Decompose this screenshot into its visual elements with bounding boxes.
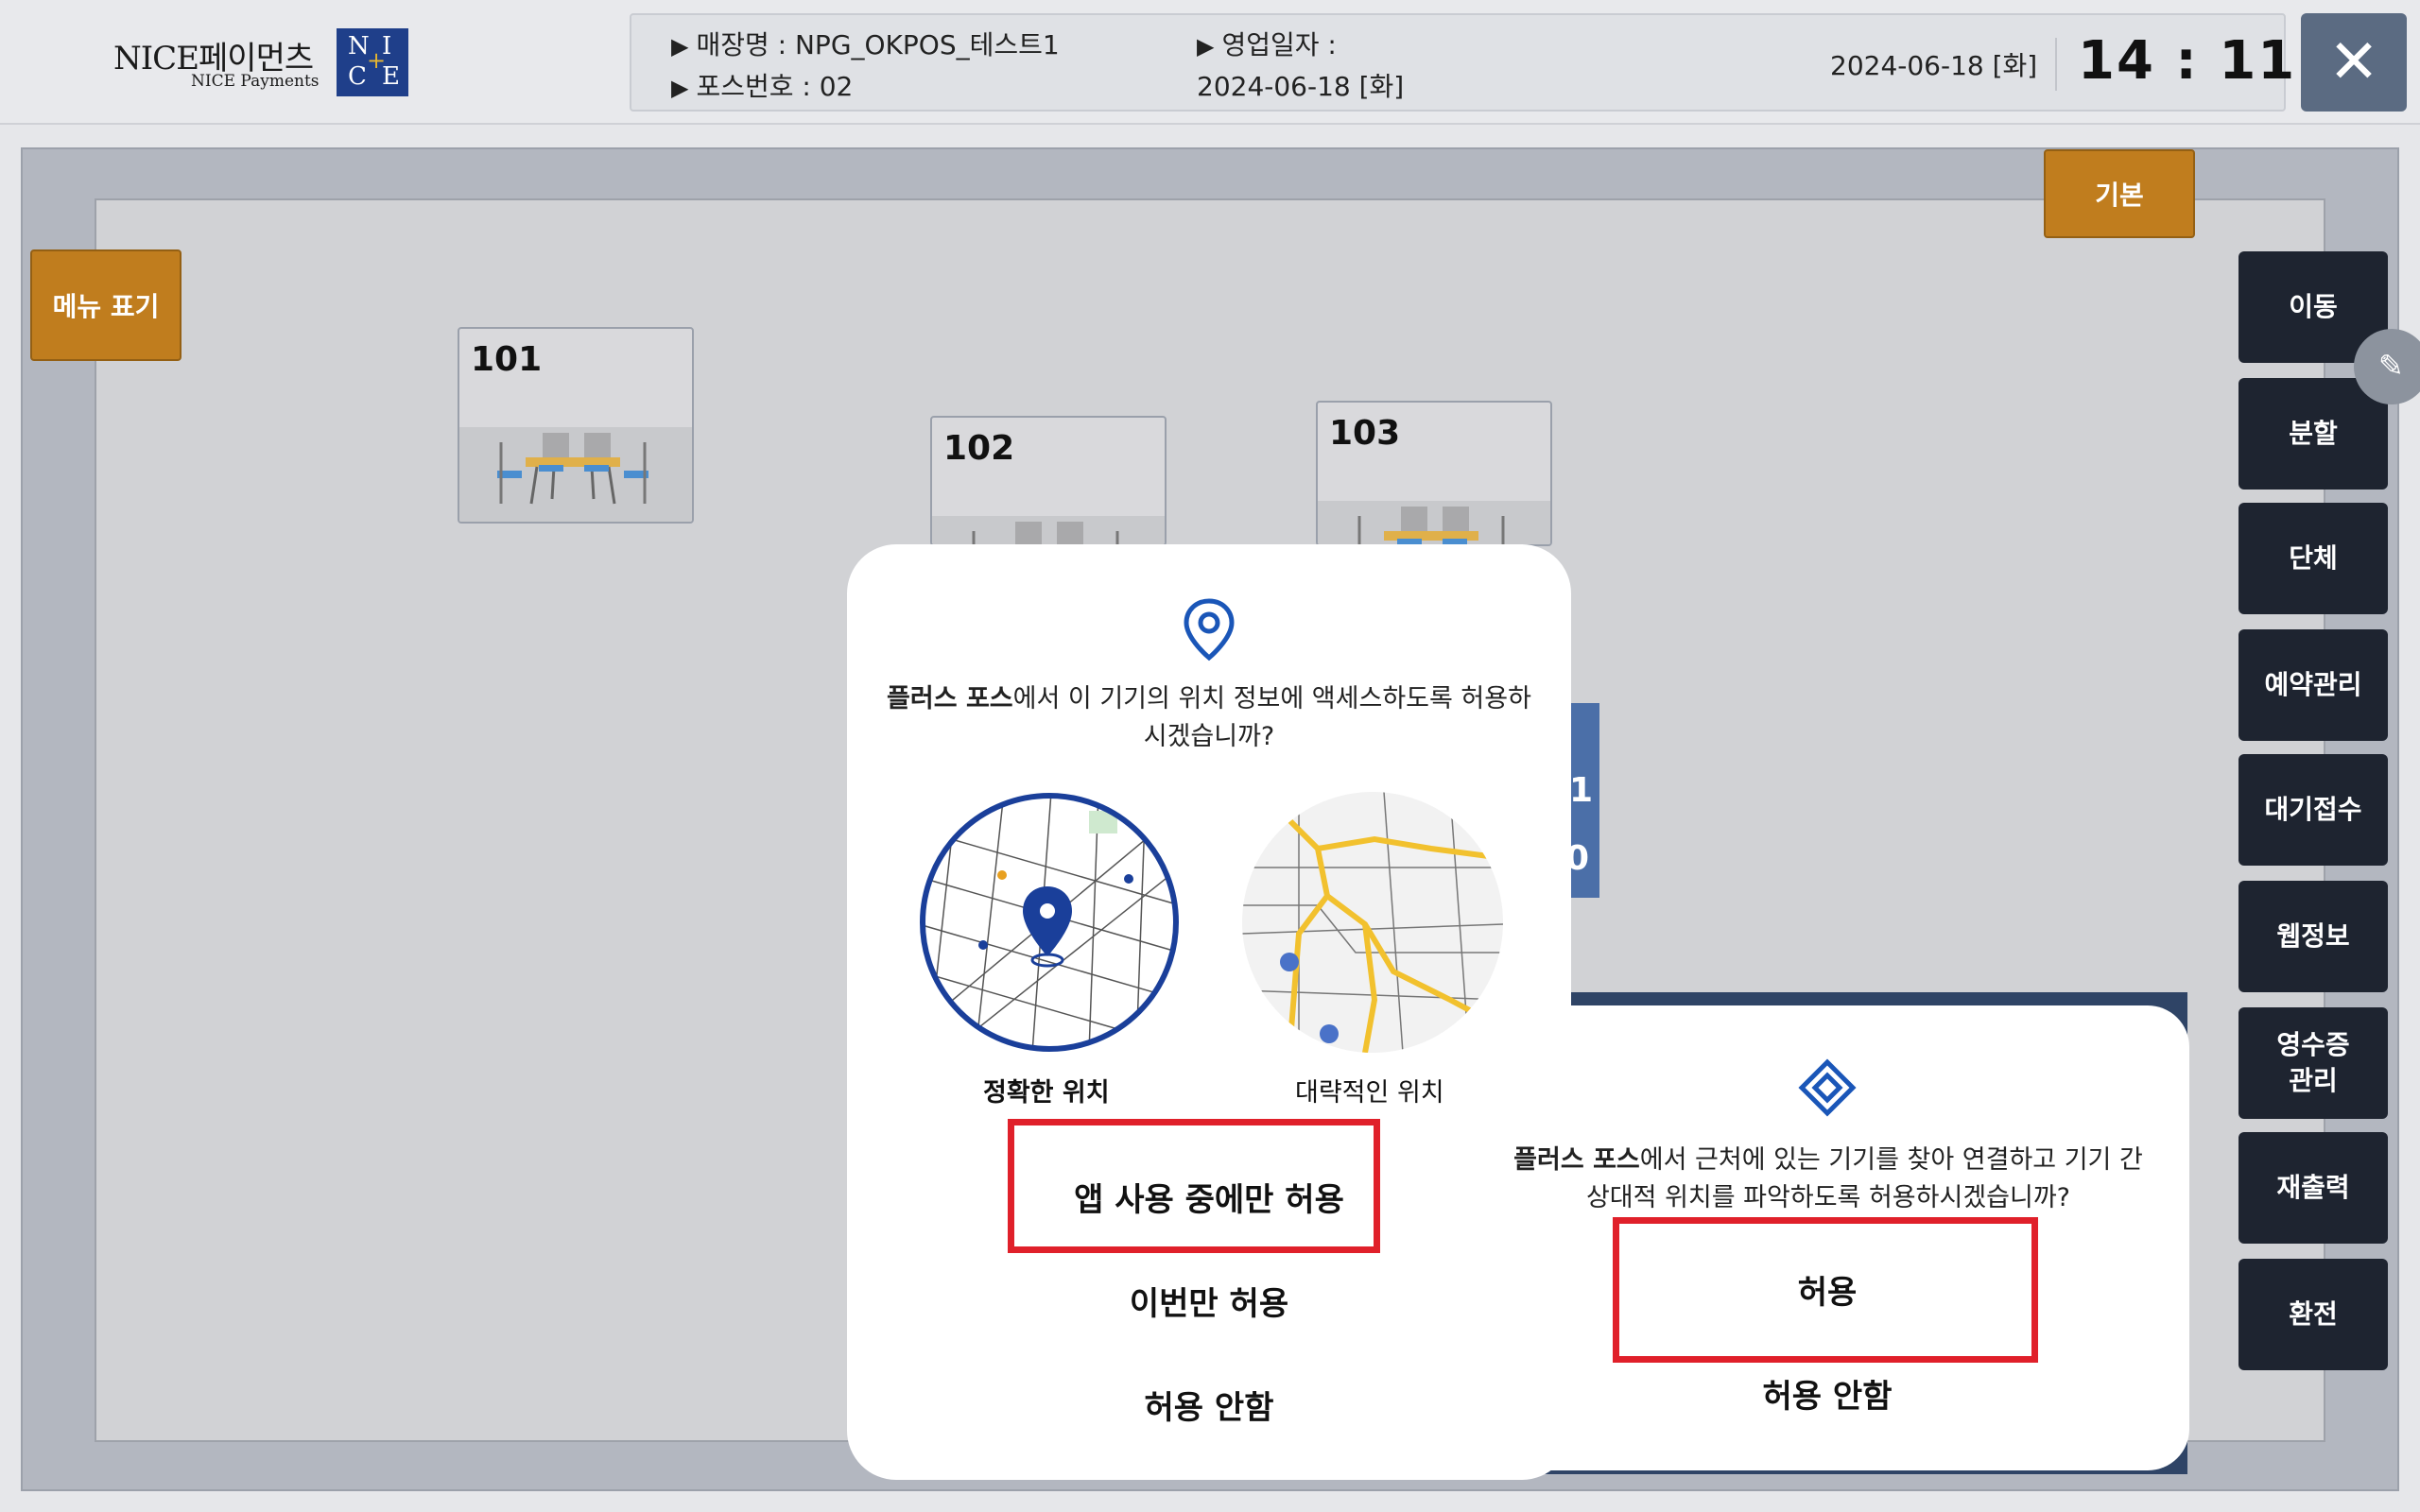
- approximate-location-label: 대략적인 위치: [1295, 1078, 1444, 1108]
- table-103[interactable]: 103: [1316, 401, 1552, 546]
- business-date-value: 2024-06-18 [화]: [1197, 71, 1405, 102]
- basic-layout-button[interactable]: 기본: [2044, 149, 2195, 238]
- store-name-text: 매장명 : NPG_OKPOS_테스트1: [696, 29, 1060, 60]
- nearby-message-text: 에서 근처에 있는 기기를 찾아 연결하고 기기 간 상대적 위치를 파악하도록…: [1585, 1145, 2143, 1212]
- triangle-right-icon: ▶: [671, 75, 689, 101]
- store-info-panel: ▶ 매장명 : NPG_OKPOS_테스트1 ▶ 포스번호 : 02 ▶ 영업일자 :…: [630, 13, 2294, 112]
- location-permission-dialog: 플러스 포스에서 이 기기의 위치 정보에 액세스하도록 허용하시겠습니까? 정…: [847, 544, 1571, 1480]
- reprint-button[interactable]: 재출력: [2238, 1132, 2388, 1244]
- current-date: 2024-06-18 [화]: [1830, 50, 2038, 81]
- app-name: 플러스 포스: [1513, 1145, 1640, 1175]
- precise-location-map[interactable]: [919, 792, 1180, 1053]
- background-fragment-text: 1: [1569, 771, 1594, 810]
- table-number: 103: [1329, 414, 1401, 453]
- receipt-management-button[interactable]: 영수증 관리: [2238, 1007, 2388, 1119]
- table-102[interactable]: 102: [930, 416, 1167, 546]
- location-permission-message: 플러스 포스에서 이 기기의 위치 정보에 액세스하도록 허용하시겠습니까?: [885, 680, 1533, 756]
- table-number: 101: [471, 340, 543, 379]
- nice-logo-mark: N I + C E: [337, 28, 408, 96]
- store-name: ▶ 매장명 : NPG_OKPOS_테스트1: [671, 25, 1060, 62]
- logo-letter-e: E: [382, 62, 400, 91]
- precise-location-label: 정확한 위치: [983, 1078, 1110, 1108]
- logo-letter-c: C: [348, 62, 367, 91]
- menu-display-button[interactable]: 메뉴 표기: [30, 249, 182, 361]
- group-button[interactable]: 단체: [2238, 503, 2388, 614]
- table-number: 102: [943, 429, 1015, 468]
- close-button[interactable]: ✕: [2301, 13, 2407, 112]
- top-header: NICE페이먼츠 NICE Payments N I + C E ▶ 매장명 : …: [0, 0, 2420, 125]
- deny-nearby-button[interactable]: 허용 안함: [1465, 1370, 2189, 1417]
- web-info-button[interactable]: 웹정보: [2238, 881, 2388, 992]
- dining-table-icon: [1357, 507, 1505, 544]
- waitlist-button[interactable]: 대기접수: [2238, 754, 2388, 866]
- nearby-devices-permission-dialog: 플러스 포스에서 근처에 있는 기기를 찾아 연결하고 기기 간 상대적 위치를…: [1465, 1005, 2189, 1470]
- header-divider: [2055, 38, 2057, 91]
- pos-number-text: 포스번호 : 02: [696, 71, 854, 102]
- pencil-icon: ✎: [2378, 348, 2404, 384]
- nearby-devices-icon: [1798, 1058, 1857, 1117]
- dining-table-icon: [497, 433, 648, 505]
- current-time: 14 : 11: [2078, 30, 2297, 92]
- nice-payments-logo: NICE페이먼츠 NICE Payments N I + C E: [113, 28, 416, 100]
- edit-floating-button[interactable]: ✎: [2354, 329, 2420, 404]
- exchange-button[interactable]: 환전: [2238, 1259, 2388, 1370]
- allow-once-button[interactable]: 이번만 허용: [847, 1278, 1571, 1324]
- business-date-label: ▶ 영업일자 :: [1197, 25, 1337, 62]
- table-101[interactable]: 101: [458, 327, 694, 524]
- location-pin-icon: [1184, 598, 1235, 662]
- logo-subtext: NICE Payments: [191, 72, 320, 91]
- location-message-text: 에서 이 기기의 위치 정보에 액세스하도록 허용하시겠습니까?: [1012, 684, 1531, 751]
- reservation-button[interactable]: 예약관리: [2238, 629, 2388, 741]
- approximate-location-map[interactable]: [1242, 792, 1503, 1053]
- business-date-label-text: 영업일자 :: [1221, 29, 1337, 60]
- pos-number: ▶ 포스번호 : 02: [671, 66, 853, 104]
- close-icon: ✕: [2328, 27, 2379, 97]
- deny-location-button[interactable]: 허용 안함: [847, 1382, 1571, 1428]
- dining-table-icon: [972, 522, 1119, 544]
- highlight-box: [1613, 1217, 2038, 1363]
- app-name: 플러스 포스: [887, 684, 1013, 713]
- triangle-right-icon: ▶: [671, 33, 689, 60]
- triangle-right-icon: ▶: [1197, 33, 1215, 60]
- nearby-devices-message: 플러스 포스에서 근처에 있는 기기를 찾아 연결하고 기기 간 상대적 위치를…: [1509, 1142, 2148, 1217]
- highlight-box: [1008, 1119, 1380, 1253]
